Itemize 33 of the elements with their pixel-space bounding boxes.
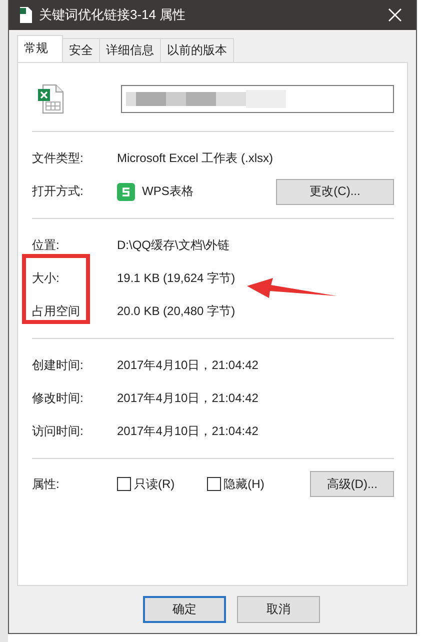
field-value: 2017年4月10日，21:04:42 (117, 357, 260, 374)
change-button[interactable]: 更改(C)... (276, 178, 394, 204)
field-label: 文件类型: (32, 150, 84, 167)
window-title: 关键词优化链接3-14 属性 (39, 6, 187, 24)
field-value: Microsoft Excel 工作表 (.xlsx) (117, 150, 274, 167)
tab[interactable]: 以前的版本 (160, 38, 234, 62)
checkbox-label: 隐藏(H) (224, 476, 264, 492)
field-label: 创建时间: (32, 357, 84, 374)
field-value: 20.0 KB (20,480 字节) (117, 303, 236, 320)
field-value: 2017年4月10日，21:04:42 (117, 390, 260, 407)
tab[interactable]: 常规 (17, 35, 63, 62)
advanced-button[interactable]: 高级(D)... (310, 471, 394, 497)
close-icon[interactable] (388, 8, 402, 22)
document-icon (19, 7, 33, 23)
spreadsheet-file-icon (38, 84, 64, 114)
cancel-button[interactable]: 取消 (237, 596, 320, 623)
field-value: D:\QQ缓存\文档\外链 (117, 237, 231, 254)
field-label: 访问时间: (32, 423, 84, 440)
checkbox[interactable] (206, 477, 221, 491)
file-name-field[interactable] (121, 85, 394, 113)
field-label: 大小: (32, 270, 60, 287)
field-label: 属性: (32, 476, 60, 492)
checkbox-label: 只读(R) (134, 476, 175, 492)
field-value: 19.1 KB (19,624 字节) (117, 270, 236, 287)
field-label: 占用空间 (32, 303, 81, 320)
field-label: 打开方式: (32, 183, 84, 200)
app-icon (117, 182, 135, 200)
checkbox[interactable] (117, 477, 131, 491)
ok-button[interactable]: 确定 (143, 596, 226, 623)
field-label: 位置: (32, 237, 60, 254)
field-label: 修改时间: (32, 390, 84, 407)
field-value: WPS表格 (142, 183, 194, 200)
field-value: 2017年4月10日，21:04:42 (117, 423, 260, 440)
